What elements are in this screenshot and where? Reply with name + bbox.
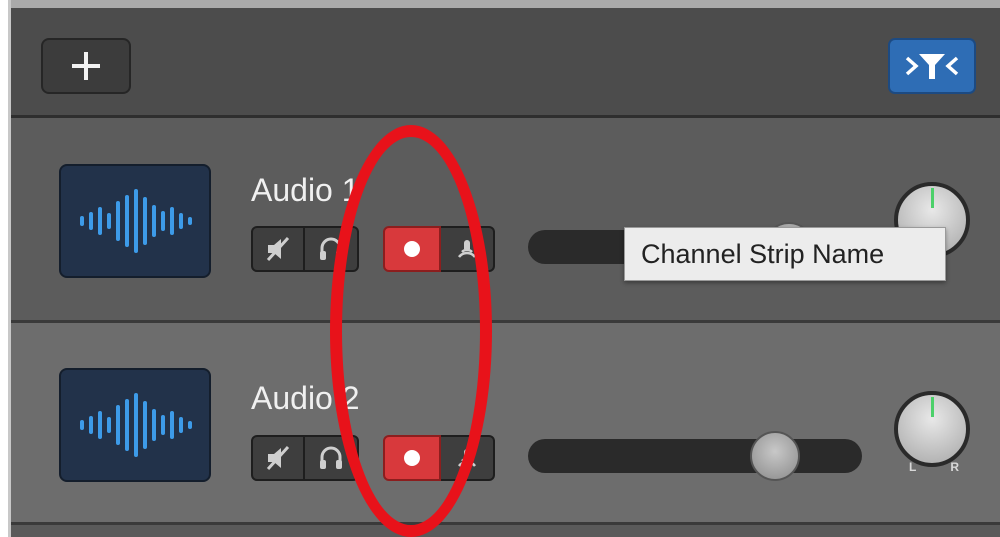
volume-slider-knob[interactable] <box>750 431 800 481</box>
track-header-toolbar <box>11 0 1000 118</box>
solo-button[interactable] <box>305 435 359 481</box>
mute-solo-group <box>251 226 359 272</box>
mute-button[interactable] <box>251 226 305 272</box>
waveform-icon <box>80 189 192 253</box>
track-icon[interactable] <box>59 368 211 482</box>
record-icon <box>404 450 420 466</box>
track-icon[interactable] <box>59 164 211 278</box>
record-icon <box>404 241 420 257</box>
pan-indicator <box>931 188 934 208</box>
track-name[interactable]: Audio 1 <box>251 172 360 209</box>
pan-indicator <box>931 397 934 417</box>
input-monitor-button[interactable] <box>441 226 495 272</box>
headphones-icon <box>320 446 342 469</box>
record-monitor-group <box>383 226 495 272</box>
mute-solo-group <box>251 435 359 481</box>
smart-controls-button[interactable] <box>888 38 976 94</box>
record-enable-button[interactable] <box>383 226 441 272</box>
input-monitor-icon <box>458 449 476 467</box>
track-header-audio-2[interactable]: Audio 2 L R <box>11 323 1000 525</box>
pan-right-label: R <box>950 460 959 474</box>
record-monitor-group <box>383 435 495 481</box>
smart-controls-icon <box>905 54 959 79</box>
volume-slider[interactable] <box>528 431 862 481</box>
track-name[interactable]: Audio 2 <box>251 380 360 417</box>
headphones-icon <box>320 237 342 260</box>
plus-icon <box>72 52 100 80</box>
waveform-icon <box>80 393 192 457</box>
record-enable-button[interactable] <box>383 435 441 481</box>
pan-knob[interactable] <box>894 391 970 467</box>
input-monitor-button[interactable] <box>441 435 495 481</box>
solo-button[interactable] <box>305 226 359 272</box>
mute-icon <box>266 445 290 471</box>
mute-button[interactable] <box>251 435 305 481</box>
input-monitor-icon <box>458 240 476 258</box>
channel-strip-name-tooltip: Channel Strip Name <box>624 227 946 281</box>
add-track-button[interactable] <box>41 38 131 94</box>
pan-left-label: L <box>909 460 917 474</box>
track-list-footer <box>11 525 1000 537</box>
track-header-audio-1[interactable]: Audio 1 <box>11 118 1000 323</box>
mute-icon <box>266 236 290 262</box>
pan-range-labels: L R <box>899 460 969 474</box>
